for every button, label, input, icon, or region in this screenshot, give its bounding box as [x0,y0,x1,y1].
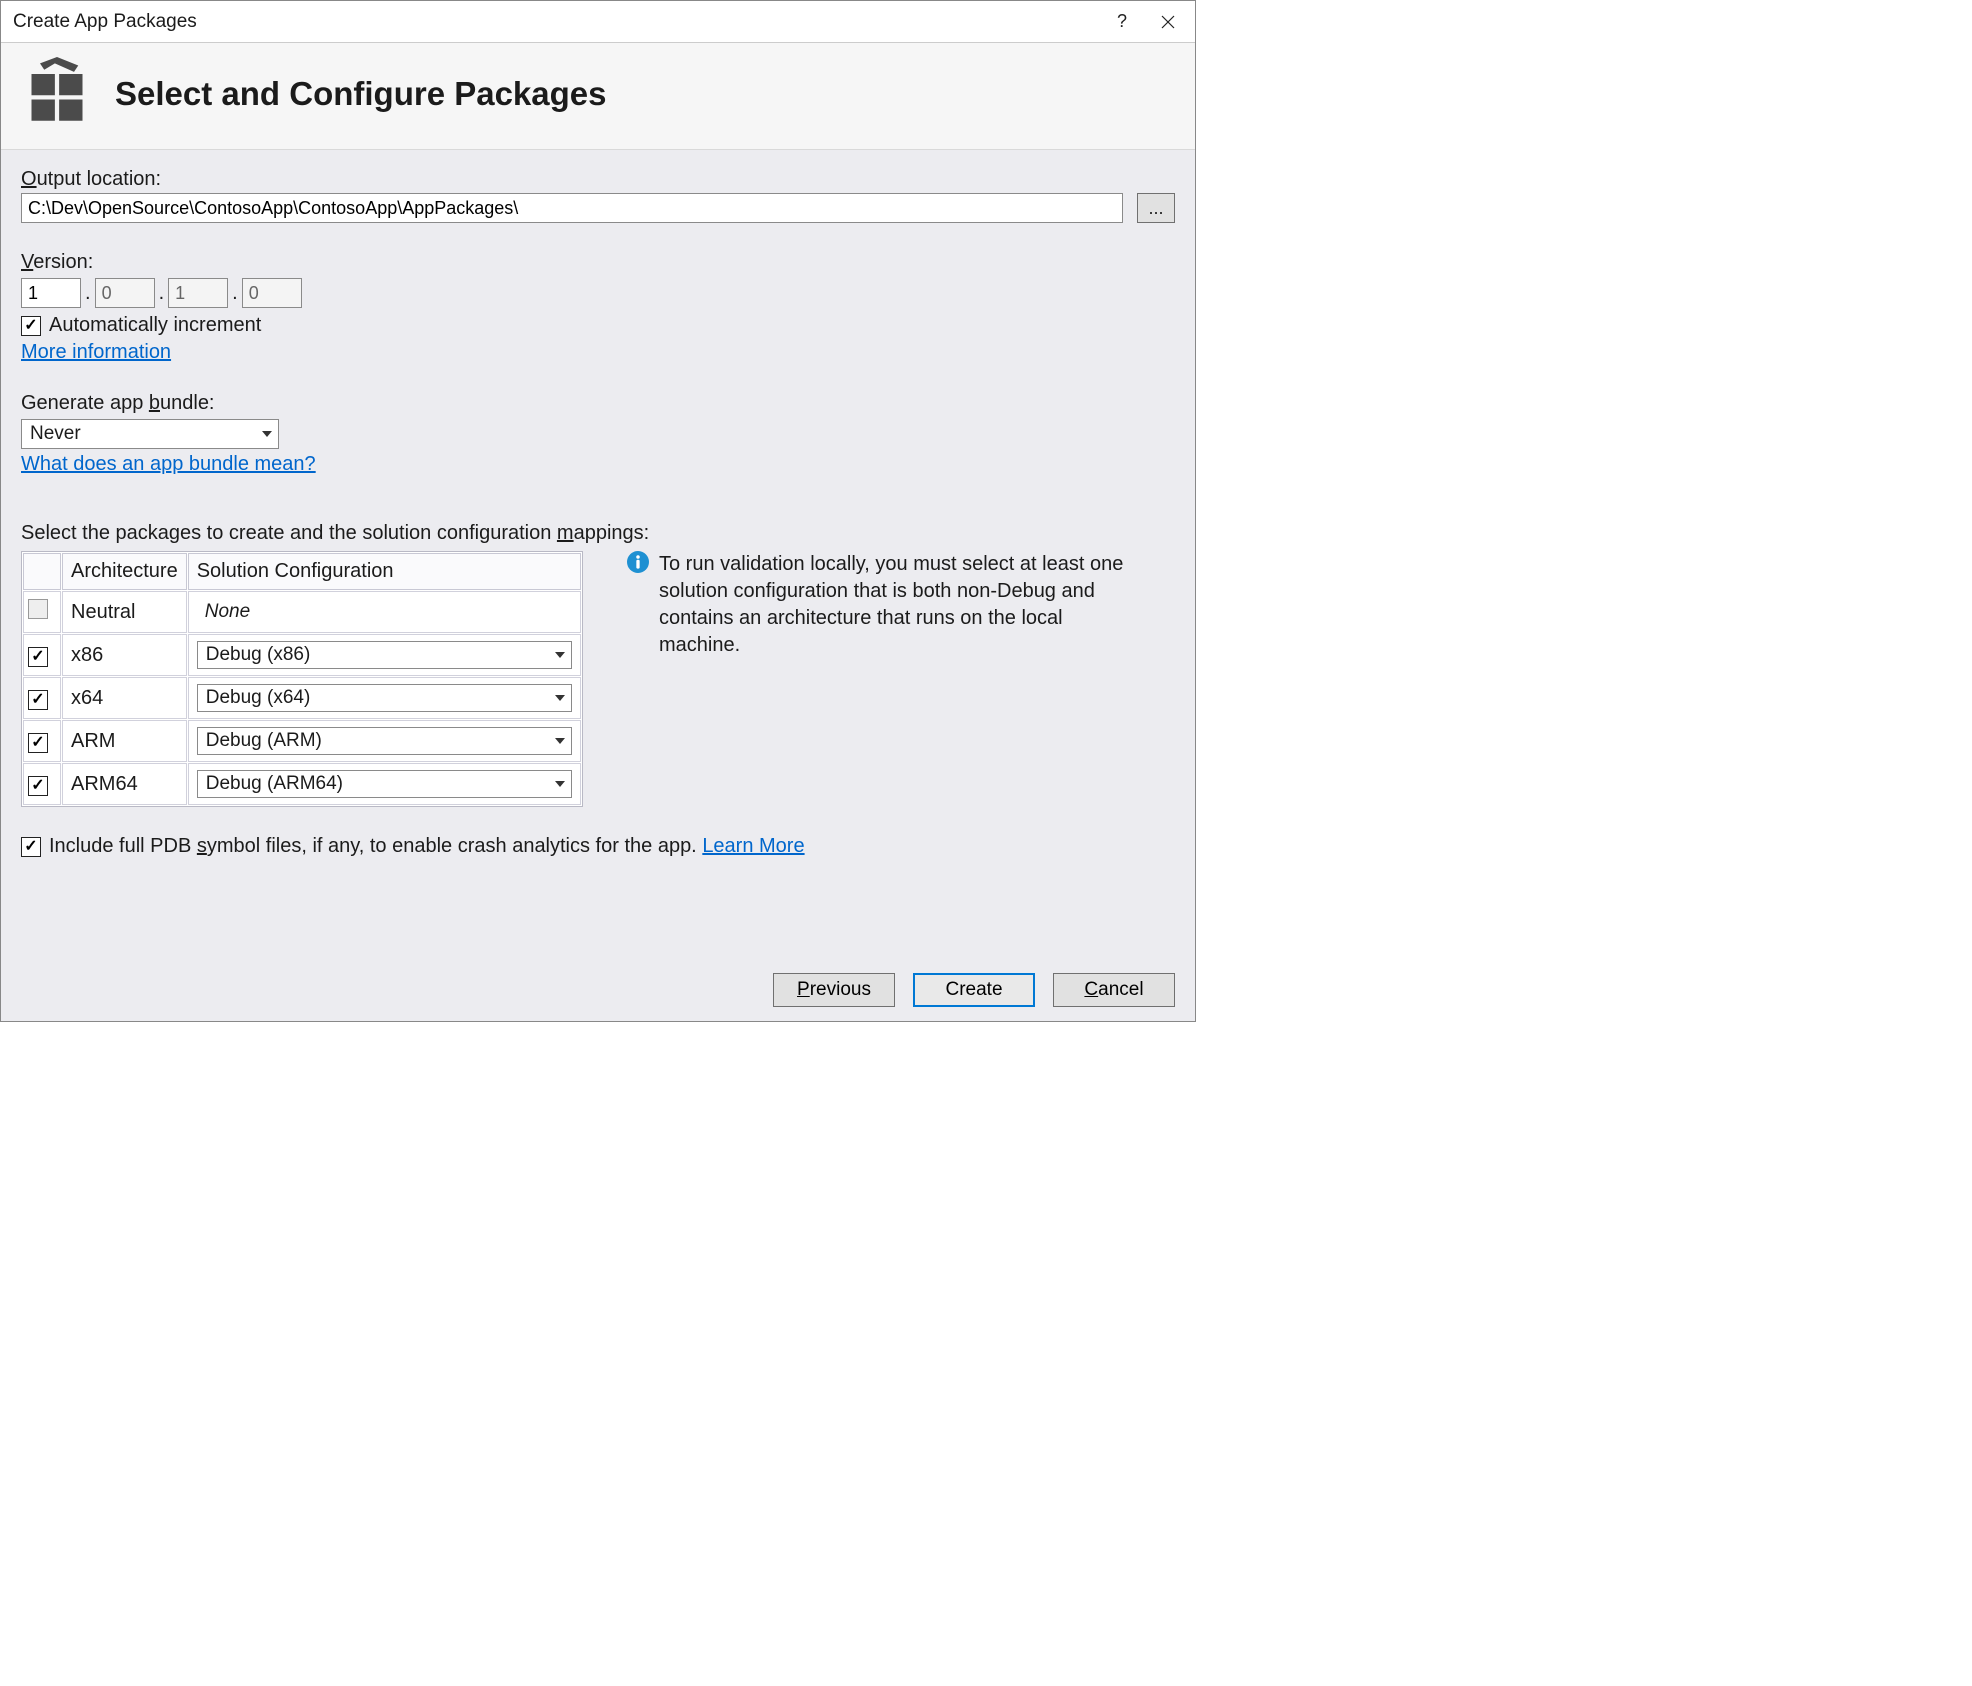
chevron-down-icon [262,431,272,437]
configuration-cell: Debug (ARM) [188,720,581,762]
version-build-input[interactable] [168,278,228,308]
packages-label: Select the packages to create and the so… [21,522,1175,545]
close-icon [1161,15,1175,29]
page-title: Select and Configure Packages [115,75,607,113]
table-row: x86 Debug (x86) [23,634,581,676]
dialog-body: Output location: ... Version: . . . Auto… [1,150,1195,959]
architecture-cell: ARM [62,720,187,762]
chevron-down-icon [555,652,565,658]
table-row: x64 Debug (x64) [23,677,581,719]
configuration-select[interactable]: Debug (ARM64) [197,770,572,798]
table-row: Neutral None [23,591,581,633]
footer: Previous Create Cancel [1,959,1195,1021]
col-checkbox [23,553,61,590]
validation-hint: To run validation locally, you must sele… [627,551,1147,659]
row-checkbox [28,599,48,619]
header-band: Select and Configure Packages [1,43,1195,150]
browse-button[interactable]: ... [1137,193,1175,223]
configuration-select[interactable]: Debug (x86) [197,641,572,669]
version-minor-input[interactable] [95,278,155,308]
version-revision-input[interactable] [242,278,302,308]
output-location-input[interactable] [21,193,1123,223]
configuration-cell: Debug (x86) [188,634,581,676]
row-checkbox[interactable] [28,776,48,796]
include-pdb-label: Include full PDB symbol files, if any, t… [49,835,805,858]
configuration-select: None [197,598,572,626]
window-title: Create App Packages [13,11,1099,33]
bundle-help-link[interactable]: What does an app bundle mean? [21,453,316,475]
create-button[interactable]: Create [913,973,1035,1007]
close-button[interactable] [1145,1,1191,43]
configuration-select[interactable]: Debug (x64) [197,684,572,712]
row-checkbox[interactable] [28,690,48,710]
configuration-cell: Debug (x64) [188,677,581,719]
learn-more-link[interactable]: Learn More [702,835,804,857]
version-major-input[interactable] [21,278,81,308]
include-pdb-checkbox[interactable] [21,837,41,857]
architecture-cell: x86 [62,634,187,676]
more-information-link[interactable]: More information [21,341,171,363]
chevron-down-icon [555,738,565,744]
row-checkbox[interactable] [28,647,48,667]
cancel-button[interactable]: Cancel [1053,973,1175,1007]
bundle-select[interactable]: Never [21,419,279,449]
bundle-label: Generate app bundle: [21,392,1175,415]
version-label: Version: [21,251,1175,274]
package-icon [23,57,91,131]
col-configuration: Solution Configuration [188,553,581,590]
help-button[interactable]: ? [1099,1,1145,43]
configuration-cell: Debug (ARM64) [188,763,581,805]
col-architecture: Architecture [62,553,187,590]
architecture-cell: Neutral [62,591,187,633]
architecture-cell: ARM64 [62,763,187,805]
dialog-window: Create App Packages ? Select and Configu… [0,0,1196,1022]
packages-table: Architecture Solution Configuration Neut… [21,551,583,807]
titlebar: Create App Packages ? [1,1,1195,43]
auto-increment-label: Automatically increment [49,314,261,337]
info-icon [627,551,649,659]
configuration-cell: None [188,591,581,633]
auto-increment-checkbox[interactable] [21,316,41,336]
previous-button[interactable]: Previous [773,973,895,1007]
output-location-label: Output location: [21,168,1175,191]
configuration-select[interactable]: Debug (ARM) [197,727,572,755]
chevron-down-icon [555,781,565,787]
table-row: ARM64 Debug (ARM64) [23,763,581,805]
architecture-cell: x64 [62,677,187,719]
table-row: ARM Debug (ARM) [23,720,581,762]
chevron-down-icon [555,695,565,701]
row-checkbox[interactable] [28,733,48,753]
validation-text: To run validation locally, you must sele… [659,551,1147,659]
